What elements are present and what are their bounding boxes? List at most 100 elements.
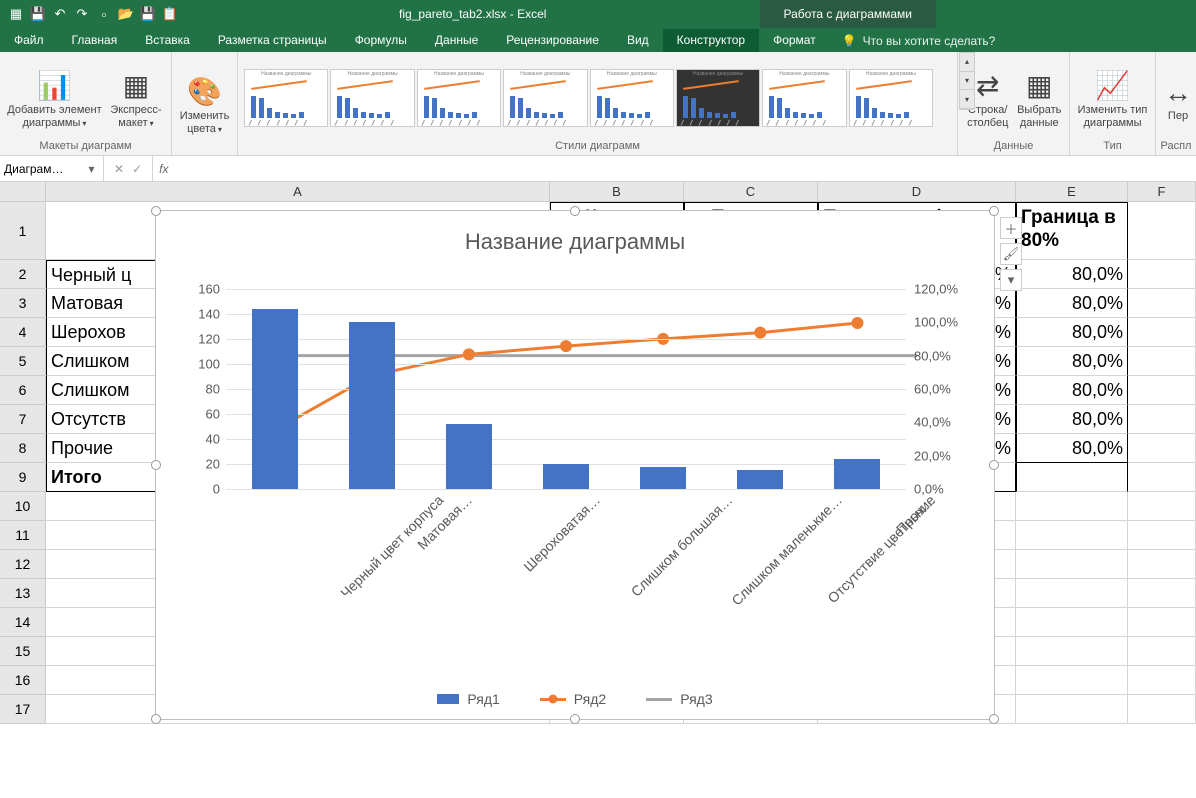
save-icon[interactable]: 💾 — [28, 4, 48, 24]
row-header[interactable]: 5 — [0, 347, 46, 376]
resize-handle[interactable] — [570, 206, 580, 216]
chart-object[interactable]: ＋ 🖌 ▾ Название диаграммы 020406080100120… — [155, 210, 995, 720]
chart-style-thumb[interactable]: Название диаграммы — [676, 69, 760, 127]
cell-F4[interactable] — [1128, 318, 1196, 347]
gallery-scroll[interactable]: ▴▾▾ — [959, 52, 975, 110]
tab-chart-format[interactable]: Формат — [759, 29, 830, 52]
chart-style-gallery[interactable]: Название диаграммыНазвание диаграммыНазв… — [244, 69, 933, 127]
bar[interactable] — [543, 464, 589, 489]
cell-F2[interactable] — [1128, 260, 1196, 289]
row-header[interactable]: 9 — [0, 463, 46, 492]
cell-F1[interactable] — [1128, 202, 1196, 260]
cell-E12[interactable] — [1016, 550, 1128, 579]
plot-area[interactable]: 0204060801001201401600,0%20,0%40,0%60,0%… — [226, 289, 906, 489]
cell-E5[interactable]: 80,0% — [1016, 347, 1128, 376]
chart-legend[interactable]: Ряд1 Ряд2 Ряд3 — [156, 691, 994, 707]
chart-style-thumb[interactable]: Название диаграммы — [503, 69, 587, 127]
open-icon[interactable]: 📂 — [116, 4, 136, 24]
name-box-input[interactable] — [4, 162, 84, 176]
fx-icon[interactable]: fx — [153, 162, 174, 176]
new-icon[interactable]: ▫ — [94, 4, 114, 24]
cell-F14[interactable] — [1128, 608, 1196, 637]
cell-F3[interactable] — [1128, 289, 1196, 318]
cell-F6[interactable] — [1128, 376, 1196, 405]
col-header-B[interactable]: B — [550, 182, 684, 201]
chart-elements-button[interactable]: ＋ — [1000, 217, 1022, 239]
cell-E4[interactable]: 80,0% — [1016, 318, 1128, 347]
row-header[interactable]: 11 — [0, 521, 46, 550]
resize-handle[interactable] — [989, 714, 999, 724]
chart-style-thumb[interactable]: Название диаграммы — [762, 69, 846, 127]
change-colors-button[interactable]: 🎨 Изменить цвета — [178, 72, 231, 136]
cell-F8[interactable] — [1128, 434, 1196, 463]
bar[interactable] — [349, 322, 395, 490]
tab-view[interactable]: Вид — [613, 29, 663, 52]
save2-icon[interactable]: 💾 — [138, 4, 158, 24]
tab-formulas[interactable]: Формулы — [341, 29, 421, 52]
tab-page-layout[interactable]: Разметка страницы — [204, 29, 341, 52]
row-header[interactable]: 4 — [0, 318, 46, 347]
resize-handle[interactable] — [151, 714, 161, 724]
resize-handle[interactable] — [151, 206, 161, 216]
cell-E9[interactable] — [1016, 463, 1128, 492]
cell-F13[interactable] — [1128, 579, 1196, 608]
resize-handle[interactable] — [151, 460, 161, 470]
namebox-dropdown-icon[interactable]: ▾ — [84, 162, 99, 176]
cell-F10[interactable] — [1128, 492, 1196, 521]
row-header[interactable]: 10 — [0, 492, 46, 521]
row-header[interactable]: 17 — [0, 695, 46, 724]
chart-style-thumb[interactable]: Название диаграммы — [849, 69, 933, 127]
chart-filter-button[interactable]: ▾ — [1000, 269, 1022, 291]
move-chart-button[interactable]: ↔ Пер — [1162, 72, 1194, 123]
row-header[interactable]: 7 — [0, 405, 46, 434]
chart-style-thumb[interactable]: Название диаграммы — [417, 69, 501, 127]
tab-chart-design[interactable]: Конструктор — [663, 29, 759, 52]
row-header[interactable]: 16 — [0, 666, 46, 695]
tab-home[interactable]: Главная — [58, 29, 132, 52]
col-header-C[interactable]: C — [684, 182, 818, 201]
cell-E6[interactable]: 80,0% — [1016, 376, 1128, 405]
cell-F5[interactable] — [1128, 347, 1196, 376]
row-header[interactable]: 14 — [0, 608, 46, 637]
col-header-F[interactable]: F — [1128, 182, 1196, 201]
cell-E13[interactable] — [1016, 579, 1128, 608]
redo-icon[interactable]: ↷ — [72, 4, 92, 24]
bar[interactable] — [834, 459, 880, 489]
undo-icon[interactable]: ↶ — [50, 4, 70, 24]
col-header-D[interactable]: D — [818, 182, 1016, 201]
add-chart-element-button[interactable]: 📊 Добавить элемент диаграммы — [6, 66, 103, 130]
bar[interactable] — [252, 309, 298, 489]
select-data-button[interactable]: ▦ Выбрать данные — [1016, 66, 1064, 130]
col-header-A[interactable]: A — [46, 182, 550, 201]
cell-F9[interactable] — [1128, 463, 1196, 492]
chart-style-thumb[interactable]: Название диаграммы — [330, 69, 414, 127]
cell-E3[interactable]: 80,0% — [1016, 289, 1128, 318]
bar[interactable] — [446, 424, 492, 489]
change-chart-type-button[interactable]: 📈 Изменить тип диаграммы — [1076, 66, 1149, 130]
cell-E2[interactable]: 80,0% — [1016, 260, 1128, 289]
chart-title[interactable]: Название диаграммы — [156, 211, 994, 263]
quick-layout-button[interactable]: ▦ Экспресс-макет — [107, 66, 165, 130]
cell-F16[interactable] — [1128, 666, 1196, 695]
resize-handle[interactable] — [989, 206, 999, 216]
cell-E10[interactable] — [1016, 492, 1128, 521]
cell-E16[interactable] — [1016, 666, 1128, 695]
tab-data[interactable]: Данные — [421, 29, 492, 52]
row-header[interactable]: 12 — [0, 550, 46, 579]
row-header[interactable]: 15 — [0, 637, 46, 666]
cell-E11[interactable] — [1016, 521, 1128, 550]
row-header[interactable]: 1 — [0, 202, 46, 260]
resize-handle[interactable] — [570, 714, 580, 724]
cell-F12[interactable] — [1128, 550, 1196, 579]
tell-me[interactable]: 💡 Что вы хотите сделать? — [830, 30, 1008, 52]
cancel-icon[interactable]: ✕ — [114, 162, 124, 176]
col-header-E[interactable]: E — [1016, 182, 1128, 201]
chart-style-thumb[interactable]: Название диаграммы — [244, 69, 328, 127]
row-header[interactable]: 2 — [0, 260, 46, 289]
select-all-cell[interactable] — [0, 182, 46, 201]
chart-styles-button[interactable]: 🖌 — [1000, 243, 1022, 265]
chart-style-thumb[interactable]: Название диаграммы — [590, 69, 674, 127]
cell-F7[interactable] — [1128, 405, 1196, 434]
tab-review[interactable]: Рецензирование — [492, 29, 613, 52]
cell-F15[interactable] — [1128, 637, 1196, 666]
